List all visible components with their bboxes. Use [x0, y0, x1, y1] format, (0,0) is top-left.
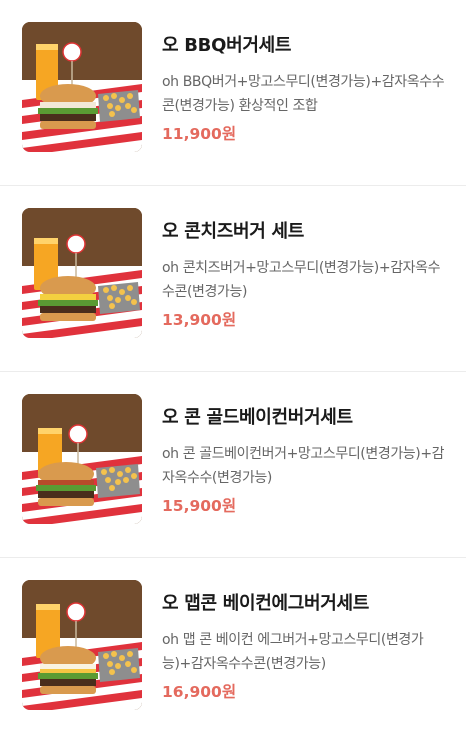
menu-list: 오 BBQ버거세트 oh BBQ버거+망고스무디(변경가능)+감자옥수수콘(변경… — [0, 0, 466, 738]
menu-item-price: 13,900원 — [162, 311, 237, 329]
menu-item-price: 15,900원 — [162, 497, 237, 515]
menu-item-spicy-corn-bacon-egg-burger-set[interactable]: 오 맵콘 베이컨에그버거세트 oh 맵 콘 베이컨 에그버거+망고스무디(변경가… — [0, 558, 466, 738]
menu-item-description: oh 콘치즈버거+망고스무디(변경가능)+감자옥수수콘(변경가능) — [162, 260, 441, 300]
menu-item-corn-cheese-burger-set[interactable]: 오 콘치즈버거 세트 oh 콘치즈버거+망고스무디(변경가능)+감자옥수수콘(변… — [0, 186, 466, 372]
menu-item-bbq-burger-set[interactable]: 오 BBQ버거세트 oh BBQ버거+망고스무디(변경가능)+감자옥수수콘(변경… — [0, 0, 466, 186]
menu-item-name: 오 맵콘 베이컨에그버거세트 — [162, 593, 370, 614]
menu-item-description: oh BBQ버거+망고스무디(변경가능)+감자옥수수콘(변경가능) 환상적인 조… — [162, 74, 445, 114]
menu-item-name: 오 콘치즈버거 세트 — [162, 221, 305, 242]
burger-set-photo — [22, 394, 142, 524]
menu-item-price: 16,900원 — [162, 683, 237, 701]
menu-item-description: oh 콘 골드베이컨버거+망고스무디(변경가능)+감자옥수수(변경가능) — [162, 446, 445, 486]
burger-set-photo — [22, 22, 142, 152]
menu-item-price: 11,900원 — [162, 125, 237, 143]
menu-item-description: oh 맵 콘 베이컨 에그버거+망고스무디(변경가능)+감자옥수수콘(변경가능) — [162, 632, 424, 672]
menu-item-name: 오 BBQ버거세트 — [162, 35, 292, 56]
burger-set-photo — [22, 580, 142, 710]
burger-set-photo — [22, 208, 142, 338]
menu-item-corn-gold-bacon-burger-set[interactable]: 오 콘 골드베이컨버거세트 oh 콘 골드베이컨버거+망고스무디(변경가능)+감… — [0, 372, 466, 558]
menu-item-name: 오 콘 골드베이컨버거세트 — [162, 407, 353, 428]
